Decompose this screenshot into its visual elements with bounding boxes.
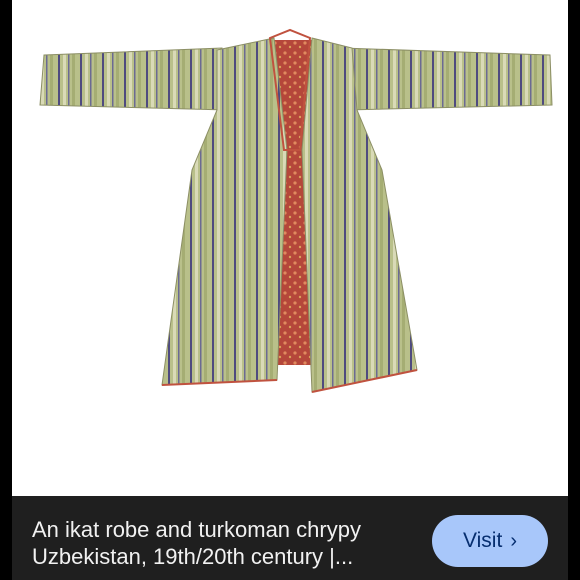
image-viewer: An ikat robe and turkoman chrypy Uzbekis… bbox=[0, 0, 580, 580]
caption-line-1: An ikat robe and turkoman chrypy bbox=[32, 517, 361, 542]
robe-photo[interactable] bbox=[12, 0, 568, 496]
robe-illustration bbox=[39, 28, 553, 393]
caption-line-2: Uzbekistan, 19th/20th century |... bbox=[32, 544, 354, 569]
caption-bar: An ikat robe and turkoman chrypy Uzbekis… bbox=[12, 496, 568, 580]
visit-button-label: Visit bbox=[463, 529, 503, 552]
robe-left-sleeve bbox=[39, 47, 228, 111]
chevron-right-icon: › bbox=[510, 530, 517, 552]
robe-right-sleeve bbox=[341, 47, 553, 111]
visit-button[interactable]: Visit › bbox=[432, 515, 548, 567]
image-caption[interactable]: An ikat robe and turkoman chrypy Uzbekis… bbox=[32, 516, 412, 570]
